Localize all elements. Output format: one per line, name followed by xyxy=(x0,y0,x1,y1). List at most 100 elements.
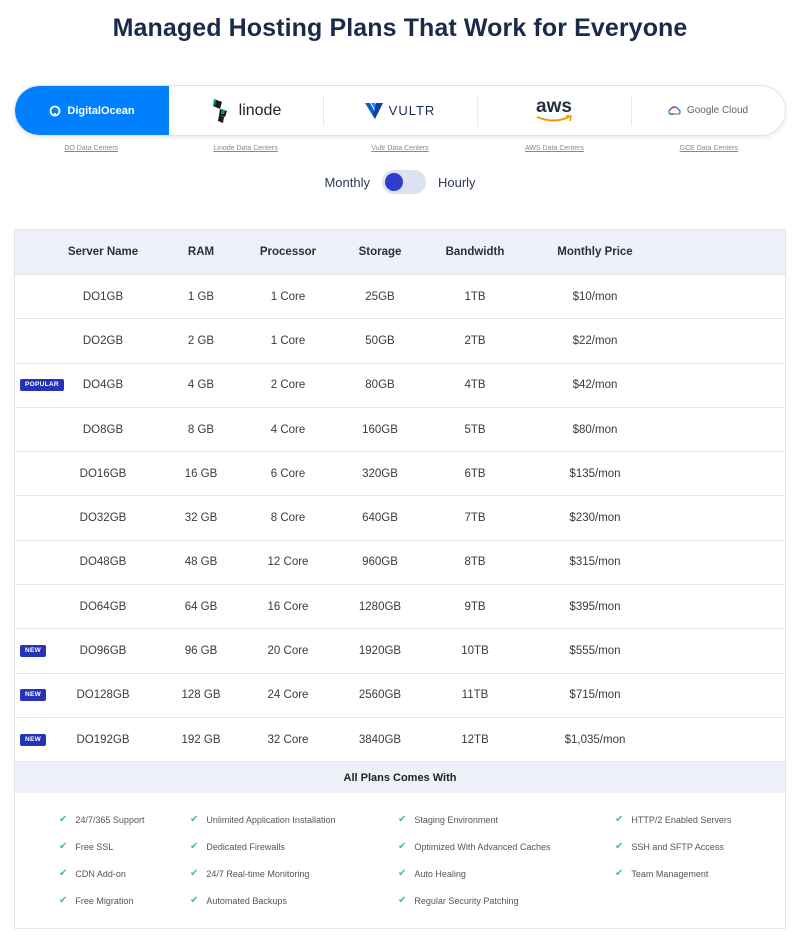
cell-monthly-price: $315/mon xyxy=(569,556,621,569)
aws-logo-icon xyxy=(536,114,572,121)
table-row: DO8GB 8 GB 4 Core 160GB 5TB $80/mon xyxy=(15,406,785,451)
feature-label: HTTP/2 Enabled Servers xyxy=(631,814,732,825)
table-row: DO64GB 64 GB 16 Core 1280GB 9TB $395/mon xyxy=(15,584,785,628)
cell-processor: 20 Core xyxy=(267,645,309,658)
do-data-centers-link[interactable]: DO Data Centers xyxy=(14,145,168,152)
check-icon: ✔ xyxy=(398,895,407,907)
cell-monthly-price: $1,035/mon xyxy=(564,733,626,746)
provider-tab-aws[interactable]: aws xyxy=(477,86,631,135)
feature-item: ✔ Regular Security Patching xyxy=(398,895,518,906)
provider-label: aws xyxy=(536,95,572,117)
cell-monthly-price: $80/mon xyxy=(572,423,618,436)
check-icon: ✔ xyxy=(615,841,624,853)
cell-server-name: DO8GB xyxy=(82,423,124,436)
cell-ram: 2 GB xyxy=(187,334,215,347)
cell-bandwidth: 11TB xyxy=(461,689,489,702)
check-icon: ✔ xyxy=(59,841,68,853)
new-badge: NEW xyxy=(20,689,47,702)
aws-data-centers-link[interactable]: AWS Data Centers xyxy=(477,145,631,152)
cell-storage: 50GB xyxy=(365,334,395,347)
check-icon: ✔ xyxy=(398,868,407,880)
cell-processor: 4 Core xyxy=(270,423,306,436)
header-server-name: Server Name xyxy=(67,246,139,258)
cell-storage: 2560GB xyxy=(358,689,402,702)
check-icon: ✔ xyxy=(190,841,199,853)
table-row: DO32GB 32 GB 8 Core 640GB 7TB $230/mon xyxy=(15,495,785,539)
header-processor: Processor xyxy=(259,246,317,258)
feature-item: ✔ 24/7/365 Support xyxy=(59,814,144,825)
feature-item: ✔ HTTP/2 Enabled Servers xyxy=(615,814,731,825)
cell-bandwidth: 12TB xyxy=(461,733,489,746)
cell-bandwidth: 1TB xyxy=(464,290,486,303)
cell-monthly-price: $230/mon xyxy=(569,512,621,525)
feature-item: ✔ Unlimited Application Installation xyxy=(190,814,335,825)
digitalocean-logo-icon xyxy=(49,105,61,116)
cell-storage: 320GB xyxy=(362,467,398,480)
cell-storage: 1920GB xyxy=(358,645,402,658)
cell-monthly-price: $22/mon xyxy=(572,334,618,347)
cell-bandwidth: 10TB xyxy=(461,645,489,658)
provider-tab-digitalocean[interactable]: DigitalOcean xyxy=(15,86,169,135)
feature-item: ✔ Free SSL xyxy=(59,841,113,852)
provider-label: DigitalOcean xyxy=(67,104,135,117)
feature-label: Free SSL xyxy=(75,841,114,852)
cell-ram: 192 GB xyxy=(181,733,221,746)
cell-processor: 6 Core xyxy=(270,467,306,480)
cell-ram: 8 GB xyxy=(187,423,215,436)
cell-server-name: DO48GB xyxy=(79,556,127,569)
feature-label: 24/7 Real-time Monitoring xyxy=(206,868,310,879)
provider-tab-linode[interactable]: linode xyxy=(169,86,323,135)
feature-item: ✔ 24/7 Real-time Monitoring xyxy=(190,868,309,879)
provider-label: Google Cloud xyxy=(686,105,749,116)
gce-data-centers-link[interactable]: GCE Data Centers xyxy=(632,145,786,152)
feature-label: Unlimited Application Installation xyxy=(206,814,336,825)
feature-label: SSH and SFTP Access xyxy=(631,841,724,852)
cell-ram: 128 GB xyxy=(181,689,221,702)
vultr-data-centers-link[interactable]: Vultr Data Centers xyxy=(323,145,477,152)
feature-label: Automated Backups xyxy=(206,895,287,906)
hourly-label[interactable]: Hourly xyxy=(438,175,476,190)
cell-processor: 1 Core xyxy=(270,290,306,303)
feature-item: ✔ Optimized With Advanced Caches xyxy=(398,841,550,852)
provider-tab-vultr[interactable]: VULTR xyxy=(323,86,477,135)
google-cloud-logo-icon xyxy=(668,105,681,115)
new-badge: NEW xyxy=(20,733,47,746)
check-icon: ✔ xyxy=(190,814,199,826)
popular-badge: POPULAR xyxy=(20,379,64,392)
cell-processor: 24 Core xyxy=(267,689,309,702)
check-icon: ✔ xyxy=(190,868,199,880)
cell-server-name: DO128GB xyxy=(76,689,130,702)
new-badge: NEW xyxy=(20,645,47,658)
cell-processor: 16 Core xyxy=(267,600,309,613)
vultr-logo-icon xyxy=(364,102,383,119)
plan-features: ✔ 24/7/365 Support ✔ Free SSL ✔ CDN Add-on ✔ Fr… xyxy=(15,793,785,928)
feature-label: Auto Healing xyxy=(414,868,466,879)
check-icon: ✔ xyxy=(190,895,199,907)
feature-label: Staging Environment xyxy=(414,814,498,825)
feature-label: Dedicated Firewalls xyxy=(206,841,285,852)
feature-label: 24/7/365 Support xyxy=(75,814,145,825)
data-center-links: DO Data Centers Linode Data Centers Vult… xyxy=(14,145,786,152)
provider-tabs: DigitalOcean linode VULTR aws Google Clo… xyxy=(14,85,786,136)
table-row: NEW DO96GB 96 GB 20 Core 1920GB 10TB $555/mon xyxy=(15,628,785,672)
check-icon: ✔ xyxy=(59,895,68,907)
cell-monthly-price: $135/mon xyxy=(569,467,621,480)
cell-storage: 960GB xyxy=(362,556,398,569)
monthly-label[interactable]: Monthly xyxy=(324,175,370,190)
cell-processor: 32 Core xyxy=(267,733,309,746)
provider-label: linode xyxy=(238,101,282,119)
table-header-row: Server Name RAM Processor Storage Bandwi… xyxy=(15,230,785,274)
cell-server-name: DO64GB xyxy=(79,600,127,613)
cell-monthly-price: $42/mon xyxy=(572,379,618,392)
feature-item: ✔ CDN Add-on xyxy=(59,868,126,879)
linode-data-centers-link[interactable]: Linode Data Centers xyxy=(168,145,322,152)
cell-bandwidth: 8TB xyxy=(464,556,486,569)
provider-tab-google-cloud[interactable]: Google Cloud xyxy=(631,86,785,135)
feature-item: ✔ Auto Healing xyxy=(398,868,466,879)
cell-processor: 2 Core xyxy=(270,379,306,392)
feature-item: ✔ Dedicated Firewalls xyxy=(190,841,285,852)
table-row: NEW DO192GB 192 GB 32 Core 3840GB 12TB $1,035/… xyxy=(15,716,785,761)
billing-period-toggle[interactable] xyxy=(381,170,426,194)
cell-ram: 64 GB xyxy=(184,600,218,613)
cell-storage: 80GB xyxy=(365,379,395,392)
